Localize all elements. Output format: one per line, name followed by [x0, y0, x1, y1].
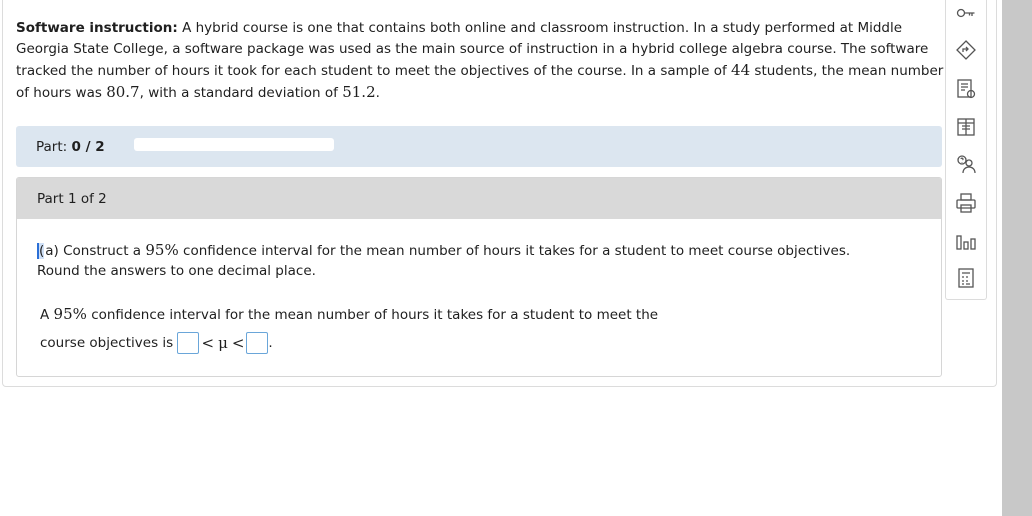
- problem-statement: Software instruction: A hybrid course is…: [16, 18, 946, 104]
- key-icon[interactable]: [955, 2, 977, 24]
- less-than-symbol-2: <: [231, 334, 245, 352]
- sample-size: 44: [731, 61, 751, 79]
- navigate-icon[interactable]: [955, 39, 977, 61]
- sample-mean: 80.7: [106, 83, 140, 101]
- ask-tutor-icon[interactable]: [955, 153, 977, 175]
- textbook-icon[interactable]: [955, 116, 977, 138]
- print-icon[interactable]: [955, 192, 977, 214]
- answer-line: A 95% confidence interval for the mean n…: [40, 305, 659, 354]
- rounding-instruction: Round the answers to one decimal place.: [37, 263, 316, 279]
- tools-sidebar: [945, 0, 987, 300]
- mu-symbol: μ: [218, 334, 228, 352]
- lower-bound-input[interactable]: [177, 332, 200, 354]
- sample-sd: 51.2: [342, 83, 376, 101]
- scrollbar-track[interactable]: [1002, 0, 1032, 516]
- confidence-level: 95%: [145, 241, 179, 259]
- progress-track: [134, 138, 334, 151]
- question-card: Software instruction: A hybrid course is…: [2, 0, 997, 387]
- problem-text-4: .: [375, 85, 380, 101]
- calculator-icon[interactable]: [955, 267, 977, 289]
- part-count: 0 / 2: [71, 139, 105, 155]
- upper-bound-input[interactable]: [246, 332, 269, 354]
- checklist-icon[interactable]: [955, 78, 977, 100]
- part-progress-bar: Part: 0 / 2: [16, 126, 942, 167]
- problem-lead: Software instruction:: [16, 20, 178, 36]
- part-header: Part 1 of 2: [17, 178, 941, 219]
- part-card: Part 1 of 2 (a) Construct a 95% confiden…: [16, 177, 942, 377]
- statistics-icon[interactable]: [955, 230, 977, 252]
- question-text: (a) Construct a 95% confidence interval …: [37, 241, 851, 279]
- text-caret: (: [37, 243, 45, 259]
- less-than-symbol: <: [201, 334, 215, 352]
- problem-text-3: , with a standard deviation of: [139, 85, 338, 101]
- part-label: Part: 0 / 2: [36, 139, 105, 155]
